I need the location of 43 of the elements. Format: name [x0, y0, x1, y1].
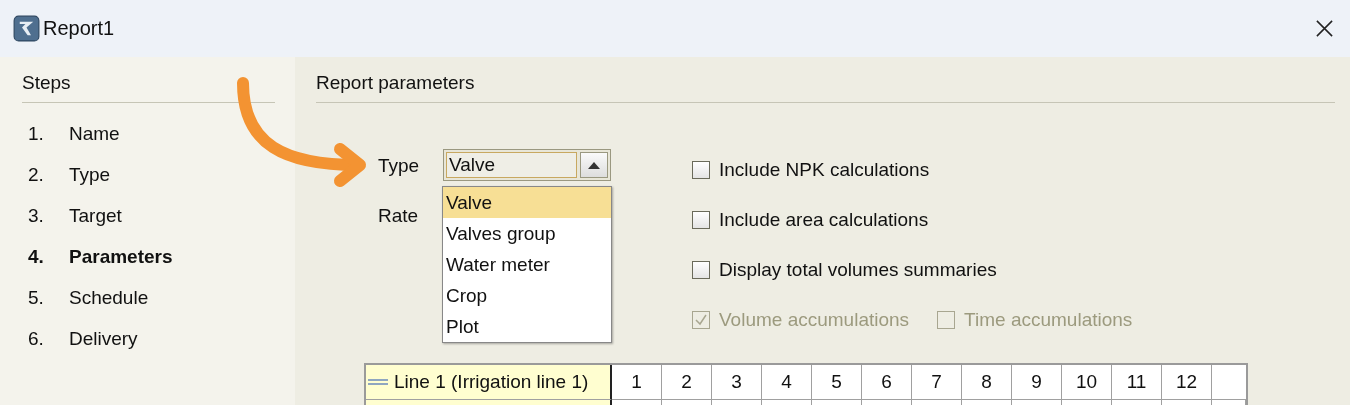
- checkbox[interactable]: [692, 261, 710, 279]
- app-icon: [13, 15, 40, 42]
- dropdown-option[interactable]: Water meter: [443, 249, 611, 280]
- checkbox[interactable]: [692, 161, 710, 179]
- grip-icon: [368, 378, 388, 386]
- rate-label: Rate: [378, 205, 420, 227]
- step-item[interactable]: 5. Schedule: [22, 277, 275, 318]
- column-header: 7: [912, 365, 962, 400]
- step-item[interactable]: 2. Type: [22, 154, 275, 195]
- column-header: 12: [1162, 365, 1212, 400]
- caret-icon: [588, 161, 600, 169]
- column-header: 9: [1012, 365, 1062, 400]
- column-header: 2: [662, 365, 712, 400]
- step-item[interactable]: 1. Name: [22, 113, 275, 154]
- column-header: 8: [962, 365, 1012, 400]
- checkbox-label: Include area calculations: [719, 209, 929, 231]
- column-header: 11: [1112, 365, 1162, 400]
- dropdown-option[interactable]: Crop: [443, 280, 611, 311]
- type-label: Type: [378, 155, 421, 177]
- dropdown-button[interactable]: [580, 152, 608, 178]
- window-title: Report1: [43, 17, 115, 40]
- dropdown-option[interactable]: Valve: [443, 187, 611, 218]
- checkbox-label: Time accumulations: [964, 309, 1133, 331]
- step-item[interactable]: 4. Parameters: [22, 236, 275, 277]
- type-field[interactable]: Valve: [446, 152, 577, 178]
- steps-heading: Steps: [22, 72, 72, 94]
- column-header: 3: [712, 365, 762, 400]
- column-header: 6: [862, 365, 912, 400]
- row-header-text: Line 1 (Irrigation line 1): [394, 371, 589, 393]
- step-item[interactable]: 3. Target: [22, 195, 275, 236]
- section-heading: Report parameters: [316, 72, 476, 94]
- checkbox[interactable]: [692, 211, 710, 229]
- step-item[interactable]: 6. Delivery: [22, 318, 275, 359]
- column-header: 1: [612, 365, 662, 400]
- dropdown-option[interactable]: Valves group: [443, 218, 611, 249]
- dropdown-option[interactable]: Plot: [443, 311, 611, 342]
- close-icon[interactable]: [1315, 19, 1334, 38]
- checkbox-label: Include NPK calculations: [719, 159, 930, 181]
- checkbox-label: Display total volumes summaries: [719, 259, 997, 281]
- column-header: 10: [1062, 365, 1112, 400]
- column-header: 5: [812, 365, 862, 400]
- column-header: 4: [762, 365, 812, 400]
- checkbox-label: Volume accumulations: [719, 309, 910, 331]
